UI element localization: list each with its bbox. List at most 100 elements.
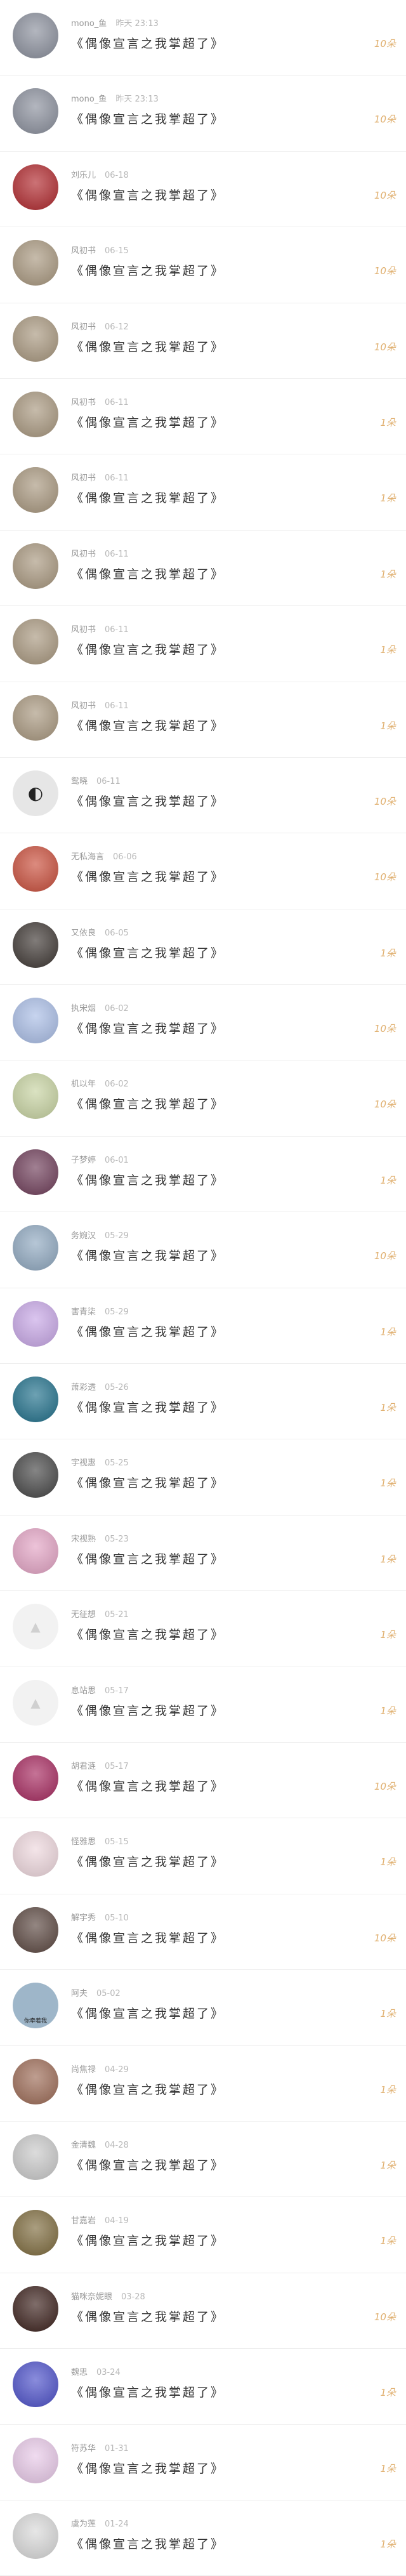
- book-title[interactable]: 《偶像宣言之我掌超了》: [71, 489, 225, 506]
- username[interactable]: 无征想: [71, 1610, 96, 1620]
- avatar[interactable]: [13, 846, 58, 892]
- book-title[interactable]: 《偶像宣言之我掌超了》: [71, 2004, 225, 2021]
- avatar[interactable]: [13, 619, 58, 665]
- book-title[interactable]: 《偶像宣言之我掌超了》: [71, 34, 225, 51]
- book-title[interactable]: 《偶像宣言之我掌超了》: [71, 1171, 225, 1188]
- book-title[interactable]: 《偶像宣言之我掌超了》: [71, 2535, 225, 2552]
- username[interactable]: mono_鱼: [71, 95, 107, 104]
- list-item[interactable]: 务婉汉 05-29 《偶像宣言之我掌超了》 10朵: [0, 1212, 406, 1288]
- book-title[interactable]: 《偶像宣言之我掌超了》: [71, 261, 225, 279]
- avatar[interactable]: [13, 543, 58, 589]
- book-title[interactable]: 《偶像宣言之我掌超了》: [71, 1398, 225, 1415]
- avatar[interactable]: [13, 1452, 58, 1498]
- book-title[interactable]: 《偶像宣言之我掌超了》: [71, 1777, 225, 1794]
- avatar[interactable]: [13, 13, 58, 58]
- list-item[interactable]: 金清魏 04-28 《偶像宣言之我掌超了》 1朵: [0, 2122, 406, 2198]
- book-title[interactable]: 《偶像宣言之我掌超了》: [71, 186, 225, 203]
- username[interactable]: 怪雅思: [71, 1837, 96, 1847]
- list-item[interactable]: 甘嘉岩 04-19 《偶像宣言之我掌超了》 1朵: [0, 2197, 406, 2273]
- list-item[interactable]: 机以年 06-02 《偶像宣言之我掌超了》 10朵: [0, 1060, 406, 1137]
- book-title[interactable]: 《偶像宣言之我掌超了》: [71, 1019, 225, 1036]
- book-title[interactable]: 《偶像宣言之我掌超了》: [71, 640, 225, 657]
- avatar[interactable]: [13, 1073, 58, 1120]
- avatar[interactable]: [13, 2134, 58, 2180]
- avatar[interactable]: [13, 2361, 58, 2408]
- avatar[interactable]: [13, 998, 58, 1044]
- username[interactable]: 又依良: [71, 928, 96, 938]
- list-item[interactable]: ◐ 鸳晓 06-11 《偶像宣言之我掌超了》 10朵: [0, 758, 406, 834]
- book-title[interactable]: 《偶像宣言之我掌超了》: [71, 2383, 225, 2400]
- list-item[interactable]: 符苏华 01-31 《偶像宣言之我掌超了》 1朵: [0, 2425, 406, 2500]
- username[interactable]: 机以年: [71, 1080, 96, 1089]
- book-title[interactable]: 《偶像宣言之我掌超了》: [71, 2080, 225, 2097]
- username[interactable]: 甘嘉岩: [71, 2216, 96, 2226]
- list-item[interactable]: 又依良 06-05 《偶像宣言之我掌超了》 1朵: [0, 909, 406, 986]
- list-item[interactable]: 执宋烟 06-02 《偶像宣言之我掌超了》 10朵: [0, 985, 406, 1061]
- list-item[interactable]: 害青柒 05-29 《偶像宣言之我掌超了》 1朵: [0, 1288, 406, 1364]
- book-title[interactable]: 《偶像宣言之我掌超了》: [71, 717, 225, 734]
- avatar[interactable]: ▲: [13, 1679, 58, 1726]
- list-item[interactable]: 萧彩透 05-26 《偶像宣言之我掌超了》 1朵: [0, 1364, 406, 1440]
- avatar[interactable]: [13, 2058, 58, 2104]
- username[interactable]: mono_鱼: [71, 19, 107, 29]
- list-item[interactable]: 胡君涟 05-17 《偶像宣言之我掌超了》 10朵: [0, 1743, 406, 1819]
- list-item[interactable]: ▲ 无征想 05-21 《偶像宣言之我掌超了》 1朵: [0, 1591, 406, 1667]
- username[interactable]: 务婉汉: [71, 1231, 96, 1241]
- username[interactable]: 宇视惠: [71, 1458, 96, 1468]
- avatar[interactable]: [13, 2210, 58, 2256]
- book-title[interactable]: 《偶像宣言之我掌超了》: [71, 2308, 225, 2325]
- avatar[interactable]: [13, 1831, 58, 1877]
- list-item[interactable]: 怪雅思 05-15 《偶像宣言之我掌超了》 1朵: [0, 1818, 406, 1894]
- book-title[interactable]: 《偶像宣言之我掌超了》: [71, 1474, 225, 1491]
- username[interactable]: 魏思: [71, 2368, 88, 2377]
- username[interactable]: 害青柒: [71, 1307, 96, 1317]
- username[interactable]: 风初书: [71, 701, 96, 711]
- avatar[interactable]: [13, 1755, 58, 1801]
- list-item[interactable]: 风初书 06-12 《偶像宣言之我掌超了》 10朵: [0, 303, 406, 379]
- list-item[interactable]: 风初书 06-11 《偶像宣言之我掌超了》 1朵: [0, 531, 406, 607]
- book-title[interactable]: 《偶像宣言之我掌超了》: [71, 868, 225, 885]
- list-item[interactable]: 风初书 06-11 《偶像宣言之我掌超了》 1朵: [0, 682, 406, 758]
- username[interactable]: 萧彩透: [71, 1383, 96, 1392]
- username[interactable]: 息站思: [71, 1686, 96, 1696]
- list-item[interactable]: 尚焦禄 04-29 《偶像宣言之我掌超了》 1朵: [0, 2046, 406, 2122]
- avatar[interactable]: [13, 315, 58, 362]
- list-item[interactable]: 你牵着我 阿夫 05-02 《偶像宣言之我掌超了》 1朵: [0, 1970, 406, 2046]
- avatar[interactable]: ▲: [13, 1604, 58, 1650]
- avatar[interactable]: [13, 694, 58, 741]
- book-title[interactable]: 《偶像宣言之我掌超了》: [71, 1095, 225, 1112]
- username[interactable]: 尚焦禄: [71, 2065, 96, 2075]
- list-item[interactable]: ▲ 息站思 05-17 《偶像宣言之我掌超了》 1朵: [0, 1667, 406, 1743]
- username[interactable]: 阿夫: [71, 1989, 88, 1998]
- list-item[interactable]: 风初书 06-11 《偶像宣言之我掌超了》 1朵: [0, 606, 406, 682]
- book-title[interactable]: 《偶像宣言之我掌超了》: [71, 944, 225, 961]
- book-title[interactable]: 《偶像宣言之我掌超了》: [71, 338, 225, 355]
- book-title[interactable]: 《偶像宣言之我掌超了》: [71, 1929, 225, 1946]
- avatar[interactable]: [13, 240, 58, 286]
- list-item[interactable]: 虞为莲 01-24 《偶像宣言之我掌超了》 1朵: [0, 2500, 406, 2576]
- list-item[interactable]: 风初书 06-15 《偶像宣言之我掌超了》 10朵: [0, 227, 406, 303]
- avatar[interactable]: [13, 164, 58, 210]
- book-title[interactable]: 《偶像宣言之我掌超了》: [71, 792, 225, 809]
- book-title[interactable]: 《偶像宣言之我掌超了》: [71, 2231, 225, 2249]
- list-item[interactable]: 风初书 06-11 《偶像宣言之我掌超了》 1朵: [0, 454, 406, 531]
- list-item[interactable]: 无私海言 06-06 《偶像宣言之我掌超了》 10朵: [0, 833, 406, 909]
- username[interactable]: 解宇秀: [71, 1913, 96, 1923]
- avatar[interactable]: [13, 391, 58, 437]
- username[interactable]: 子梦婷: [71, 1156, 96, 1165]
- list-item[interactable]: 解宇秀 05-10 《偶像宣言之我掌超了》 10朵: [0, 1894, 406, 1971]
- book-title[interactable]: 《偶像宣言之我掌超了》: [71, 1323, 225, 1340]
- avatar[interactable]: [13, 1377, 58, 1423]
- avatar[interactable]: ◐: [13, 770, 58, 816]
- username[interactable]: 虞为莲: [71, 2520, 96, 2529]
- username[interactable]: 风初书: [71, 246, 96, 256]
- book-title[interactable]: 《偶像宣言之我掌超了》: [71, 1246, 225, 1264]
- avatar[interactable]: [13, 1225, 58, 1271]
- avatar[interactable]: [13, 467, 58, 513]
- username[interactable]: 执宋烟: [71, 1004, 96, 1014]
- avatar[interactable]: [13, 1906, 58, 1953]
- username[interactable]: 符苏华: [71, 2444, 96, 2454]
- username[interactable]: 胡君涟: [71, 1762, 96, 1771]
- avatar[interactable]: [13, 1149, 58, 1195]
- username[interactable]: 风初书: [71, 550, 96, 559]
